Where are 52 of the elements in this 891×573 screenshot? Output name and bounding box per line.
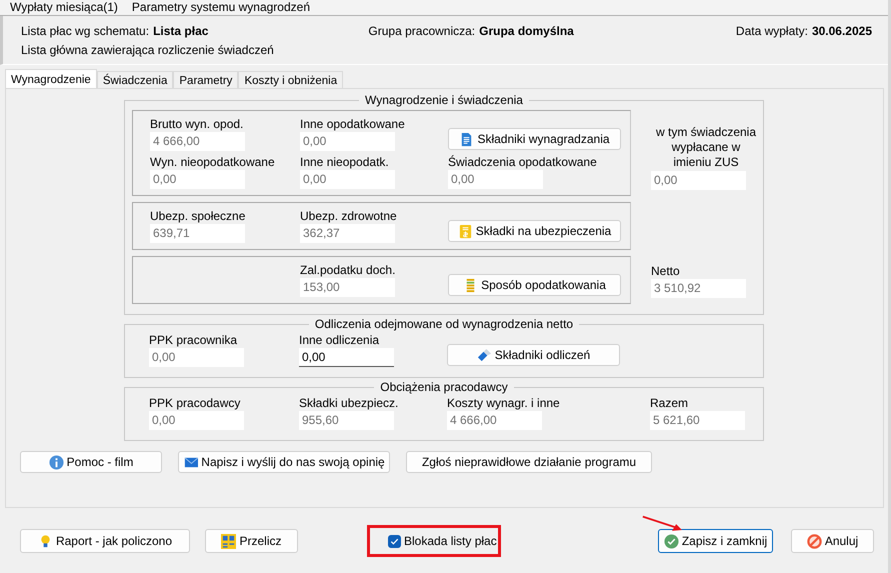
checkmark-icon (664, 534, 679, 548)
group-title: Odliczenia odejmowane od wynagrodzenia netto (314, 317, 574, 331)
feedback-button[interactable]: Napisz i wyślij do nas swoją opinię (178, 451, 390, 473)
group-label: Grupa pracownicza: (368, 24, 476, 38)
field-label: PPK pracodawcy (149, 396, 240, 410)
group-title: Wynagrodzenie i świadczenia (364, 93, 524, 107)
envelope-icon (183, 454, 198, 470)
action-button[interactable]: Składniki wynagradzania (448, 128, 621, 150)
prohibited-icon (806, 534, 822, 548)
calculator-icon (221, 534, 236, 548)
eraser-icon (476, 348, 492, 362)
help-video-button[interactable]: Pomoc - film (20, 451, 162, 473)
menu-item[interactable]: Parametry systemu wynagrodzeń (132, 0, 310, 15)
cancel-button[interactable]: Anuluj (791, 529, 874, 553)
action-button[interactable]: Składniki odliczeń (447, 344, 620, 366)
group-title: Obciążenia pracodawcy (379, 380, 509, 394)
date-value: 30.06.2025 (812, 24, 872, 38)
field-label: Inne nieopodatk. (300, 155, 389, 169)
schema-label: Lista płac wg schematu: (21, 24, 150, 38)
field-label: PPK pracownika (149, 333, 238, 347)
checkbox[interactable] (388, 534, 401, 548)
group-value: Grupa domyślna (479, 24, 574, 38)
field-label: Netto (651, 264, 681, 278)
tab[interactable]: Parametry (173, 71, 238, 88)
field-label: Koszty wynagr. i inne (447, 396, 560, 410)
receipt-icon (458, 224, 473, 238)
action-button[interactable]: Składki na ubezpieczenia (448, 220, 621, 242)
field-label: Brutto wyn. opod. (150, 117, 244, 131)
date-label: Data wypłaty: (736, 24, 808, 38)
field-label: Inne opodatkowane (300, 117, 405, 131)
action-button[interactable]: Sposób opodatkowania (448, 274, 621, 296)
report-bug-button[interactable]: Zgłoś nieprawidłowe działanie programu (406, 451, 652, 473)
field-label: w tym świadczenia wypłacane w imieniu ZUS (654, 125, 758, 170)
field-label: Razem (650, 396, 688, 410)
tab[interactable]: Wynagrodzenie (5, 69, 97, 88)
field-label: Ubezp. społeczne (150, 209, 246, 223)
recalculate-button[interactable]: Przelicz (205, 529, 298, 553)
field-label: Składki ubezpiecz. (299, 396, 398, 410)
field-label: Wyn. nieopodatkowane (150, 155, 275, 169)
field-label: Ubezp. zdrowotne (300, 209, 397, 223)
menu-item[interactable]: Wypłaty miesiąca(1) (10, 0, 118, 15)
report-button[interactable]: Raport - jak policzono (20, 529, 190, 553)
schema-value: Lista płac (153, 24, 208, 38)
tab[interactable]: Koszty i obniżenia (238, 71, 344, 88)
field-label: Zal.podatku doch. (300, 263, 396, 277)
input-field[interactable]: 0,00 (299, 348, 394, 367)
field-label: Świadczenia opodatkowane (448, 155, 597, 169)
tab[interactable]: Świadczenia (96, 71, 174, 88)
list-description: Lista główna zawierająca rozliczenie świadczeń (21, 43, 275, 57)
field-label: Inne odliczenia (299, 333, 380, 347)
save-close-button[interactable]: Zapisz i zamknij (658, 529, 773, 553)
info-icon (48, 454, 64, 470)
